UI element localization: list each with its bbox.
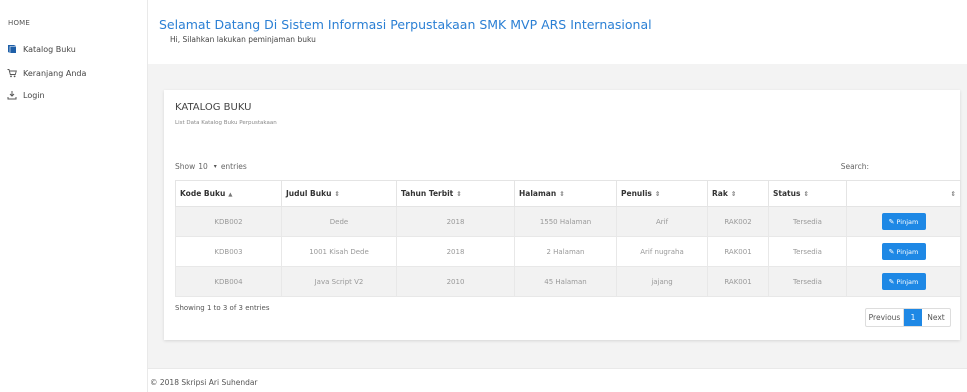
entries-label: entries bbox=[220, 162, 247, 171]
page-footer: © 2018 Skripsi Ari Suhendar bbox=[148, 368, 967, 392]
table-row: KDB003 1001 Kisah Dede 2018 2 Halaman Ar… bbox=[175, 236, 961, 267]
sort-icon: ⇕ bbox=[654, 190, 661, 198]
table-header-row: Kode Buku ▲ Judul Buku ⇕ Tahun Terbit ⇕ Hal… bbox=[175, 180, 961, 207]
column-header-halaman[interactable]: Halaman ⇕ bbox=[514, 180, 617, 207]
catalog-table: Kode Buku ▲ Judul Buku ⇕ Tahun Terbit ⇕ Hal… bbox=[175, 180, 961, 297]
pinjam-button[interactable]: ✎ Pinjam bbox=[881, 243, 926, 260]
caret-down-icon[interactable]: ▾ bbox=[214, 163, 217, 170]
column-header-status[interactable]: Status ⇕ bbox=[768, 180, 847, 207]
search-input[interactable] bbox=[870, 158, 950, 173]
cell-kode: KDB003 bbox=[175, 236, 282, 267]
column-header-judul-buku[interactable]: Judul Buku ⇕ bbox=[281, 180, 397, 207]
copyright-text: © 2018 Skripsi Ari Suhendar bbox=[150, 378, 258, 387]
book-icon bbox=[7, 44, 17, 54]
table-info: Showing 1 to 3 of 3 entries bbox=[175, 304, 270, 312]
download-icon bbox=[7, 90, 17, 100]
page-header: Selamat Datang Di Sistem Informasi Perpu… bbox=[148, 0, 967, 64]
cell-action: ✎ Pinjam bbox=[846, 236, 961, 267]
table-row: KDB002 Dede 2018 1550 Halaman Arif RAK00… bbox=[175, 206, 961, 237]
column-header-kode-buku[interactable]: Kode Buku ▲ bbox=[175, 180, 282, 207]
cell-action: ✎ Pinjam bbox=[846, 206, 961, 237]
sidebar-heading: HOME bbox=[8, 19, 31, 27]
cell-rak: RAK001 bbox=[707, 266, 769, 297]
cell-rak: RAK002 bbox=[707, 206, 769, 237]
cell-status: Tersedia bbox=[768, 206, 847, 237]
card-subtitle: List Data Katalog Buku Perpustakaan bbox=[175, 120, 277, 126]
sidebar: HOME Katalog Buku Keranjang Anda Login bbox=[0, 0, 148, 392]
cell-penulis: Arif nugraha bbox=[616, 236, 708, 267]
entries-length-control: Show 10 ▾ entries bbox=[175, 162, 247, 171]
sidebar-item-login[interactable]: Login bbox=[7, 87, 45, 103]
search-label: Search: bbox=[840, 162, 869, 171]
cell-halaman: 2 Halaman bbox=[514, 236, 617, 267]
column-header-tahun-terbit[interactable]: Tahun Terbit ⇕ bbox=[396, 180, 515, 207]
pencil-icon: ✎ bbox=[888, 217, 895, 226]
pinjam-button[interactable]: ✎ Pinjam bbox=[881, 213, 926, 230]
cell-tahun: 2018 bbox=[396, 206, 515, 237]
cell-penulis: jajang bbox=[616, 266, 708, 297]
pinjam-button[interactable]: ✎ Pinjam bbox=[881, 273, 926, 290]
cell-status: Tersedia bbox=[768, 266, 847, 297]
main-background: KATALOG BUKU List Data Katalog Buku Perp… bbox=[148, 64, 967, 368]
pagination: Previous 1 Next bbox=[865, 308, 951, 327]
column-header-penulis[interactable]: Penulis ⇕ bbox=[616, 180, 708, 207]
sidebar-item-label: Katalog Buku bbox=[23, 44, 76, 54]
cell-halaman: 1550 Halaman bbox=[514, 206, 617, 237]
sort-asc-icon: ▲ bbox=[228, 192, 233, 198]
cart-icon bbox=[7, 68, 17, 78]
previous-page-button[interactable]: Previous bbox=[866, 309, 904, 326]
sort-icon: ⇕ bbox=[559, 190, 565, 198]
cell-penulis: Arif bbox=[616, 206, 708, 237]
sort-icon: ⇕ bbox=[334, 190, 340, 198]
cell-halaman: 45 Halaman bbox=[514, 266, 617, 297]
sidebar-item-keranjang-anda[interactable]: Keranjang Anda bbox=[7, 65, 86, 81]
cell-rak: RAK001 bbox=[707, 236, 769, 267]
cell-tahun: 2010 bbox=[396, 266, 515, 297]
cell-status: Tersedia bbox=[768, 236, 847, 267]
pencil-icon: ✎ bbox=[888, 247, 895, 256]
cell-judul: 1001 Kisah Dede bbox=[281, 236, 397, 267]
sidebar-item-katalog-buku[interactable]: Katalog Buku bbox=[7, 41, 76, 57]
cell-judul: Java Script V2 bbox=[281, 266, 397, 297]
card-title: KATALOG BUKU bbox=[175, 102, 252, 113]
sort-icon: ⇕ bbox=[456, 190, 462, 198]
content-area: Selamat Datang Di Sistem Informasi Perpu… bbox=[148, 0, 967, 392]
sidebar-item-label: Keranjang Anda bbox=[23, 68, 87, 78]
sort-icon: ⇕ bbox=[950, 190, 956, 198]
cell-tahun: 2018 bbox=[396, 236, 515, 267]
column-header-action[interactable]: ⇕ bbox=[846, 180, 961, 207]
table-row: KDB004 Java Script V2 2010 45 Halaman ja… bbox=[175, 266, 961, 297]
entries-select[interactable]: 10 bbox=[198, 162, 208, 171]
page-title: Selamat Datang Di Sistem Informasi Perpu… bbox=[159, 17, 652, 32]
show-label: Show bbox=[175, 162, 196, 171]
cell-action: ✎ Pinjam bbox=[846, 266, 961, 297]
next-page-button[interactable]: Next bbox=[922, 309, 950, 326]
sort-icon: ⇕ bbox=[730, 190, 737, 198]
cell-kode: KDB002 bbox=[175, 206, 282, 237]
column-header-rak[interactable]: Rak ⇕ bbox=[707, 180, 769, 207]
sidebar-item-label: Login bbox=[23, 90, 45, 100]
cell-judul: Dede bbox=[281, 206, 397, 237]
cell-kode: KDB004 bbox=[175, 266, 282, 297]
sort-icon: ⇕ bbox=[803, 190, 809, 198]
catalog-card: KATALOG BUKU List Data Katalog Buku Perp… bbox=[164, 90, 961, 340]
pencil-icon: ✎ bbox=[888, 277, 895, 286]
page-1-button[interactable]: 1 bbox=[904, 309, 922, 326]
page-subtitle: Hi, Silahkan lakukan peminjaman buku bbox=[170, 35, 316, 44]
